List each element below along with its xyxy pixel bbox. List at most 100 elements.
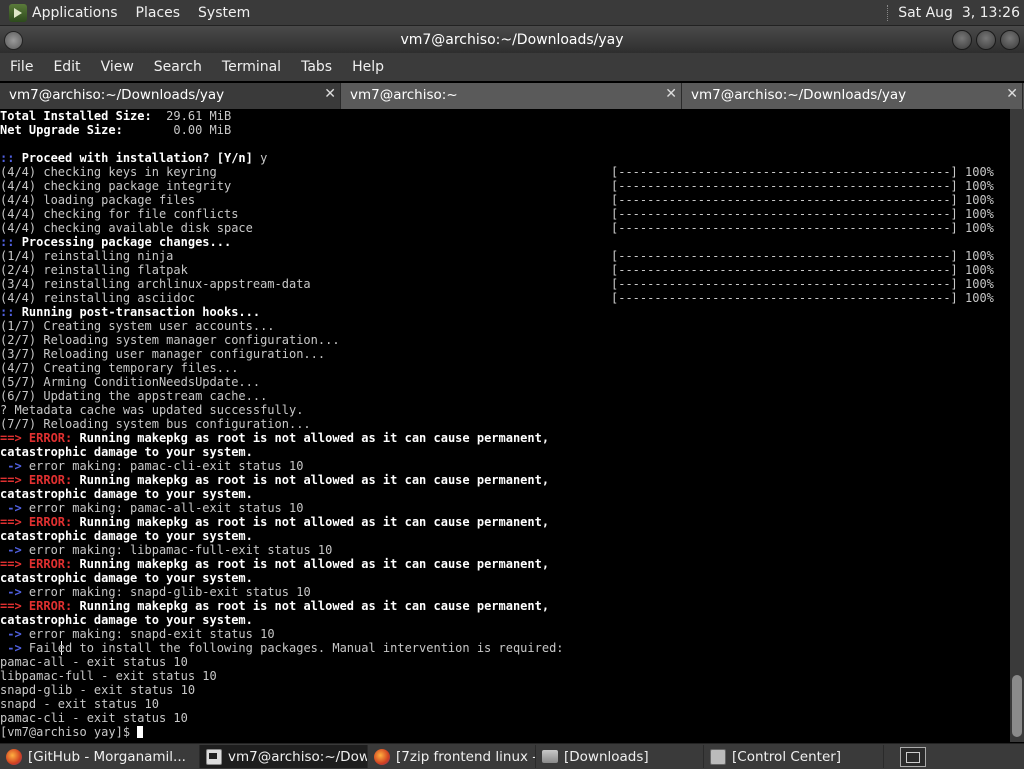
terminal-text: Processing package changes... [21,235,232,249]
terminal-text: Running post-transaction hooks... [21,305,261,319]
terminal-text: (4/4) checking for file conflicts [0,207,239,221]
menu-terminal[interactable]: Terminal [222,59,281,75]
terminal-line: catastrophic damage to your system. [0,529,1010,543]
menu-edit[interactable]: Edit [53,59,80,75]
terminal-line: (4/7) Creating temporary files... [0,361,1010,375]
terminal-line: (5/7) Arming ConditionNeedsUpdate... [0,375,1010,389]
system-menu[interactable]: System [198,5,250,21]
taskbar-item-label: [Downloads] [564,748,649,765]
terminal-line: Net Upgrade Size: 0.00 MiB [0,123,1010,137]
terminal-line: :: Running post-transaction hooks... [0,305,1010,319]
terminal-line: (1/7) Creating system user accounts... [0,319,1010,333]
tab-close-icon[interactable]: ✕ [1006,86,1018,102]
terminal-menubar: File Edit View Search Terminal Tabs Help [0,53,1024,81]
terminal-text: (5/7) Arming ConditionNeedsUpdate... [0,375,261,389]
window-menu-icon[interactable] [4,31,23,50]
app-menu-logo-icon[interactable] [9,3,27,22]
taskbar-item-github[interactable]: [GitHub - Morganamil... [0,745,200,768]
taskbar-item-label: vm7@archiso:~/Dow... [228,748,368,765]
tab-downloads-yay-2[interactable]: vm7@archiso:~/Downloads/yay ✕ [682,83,1023,109]
control-center-icon [710,748,726,765]
tab-home[interactable]: vm7@archiso:~ ✕ [341,83,682,109]
terminal-line: catastrophic damage to your system. [0,571,1010,585]
terminal-text: ==> ERROR: [0,557,80,571]
terminal-text: catastrophic damage to your system. [0,571,253,585]
terminal-line: pamac-all - exit status 10 [0,655,1010,669]
places-menu[interactable]: Places [136,5,181,21]
terminal-icon [206,748,222,765]
terminal-text: Failed to install the following packages… [28,641,564,655]
terminal-text: -> [0,543,29,557]
terminal-text: (2/4) reinstalling flatpak [0,263,188,277]
terminal-text: 0.00 MiB [166,123,232,137]
terminal-scrollbar[interactable] [1010,109,1024,742]
tab-label: vm7@archiso:~ [350,87,458,103]
terminal-line: [vm7@archiso yay]$ [0,725,1010,739]
taskbar-item-downloads[interactable]: [Downloads] [536,745,704,768]
terminal-text: ? Metadata cache was updated successfull… [0,403,304,417]
progress-bar-text: [---------------------------------------… [611,263,994,277]
applications-menu[interactable]: Applications [32,5,118,21]
terminal-line: pamac-cli - exit status 10 [0,711,1010,725]
terminal-line: (2/7) Reloading system manager configura… [0,333,1010,347]
panel-separator [887,4,890,21]
progress-bar-text: [---------------------------------------… [611,179,994,193]
terminal-text: Running makepkg as root is not allowed a… [79,599,550,613]
taskbar-item-terminal[interactable]: vm7@archiso:~/Dow... [200,745,368,768]
terminal-text: :: [0,305,22,319]
menu-view[interactable]: View [101,59,134,75]
menu-tabs[interactable]: Tabs [301,59,332,75]
terminal-text: (4/4) checking keys in keyring [0,165,217,179]
terminal-line: ==> ERROR: Running makepkg as root is no… [0,557,1010,571]
terminal-text: -> [0,501,29,515]
tab-close-icon[interactable]: ✕ [665,86,677,102]
terminal-line: ==> ERROR: Running makepkg as root is no… [0,515,1010,529]
terminal-line: (4/4) reinstalling asciidoc [------------… [0,291,1010,305]
terminal-output[interactable]: Total Installed Size: 29.61 MiB Net Upgra… [0,109,1010,742]
terminal-text: (4/4) loading package files [0,193,196,207]
terminal-line: ==> ERROR: Running makepkg as root is no… [0,473,1010,487]
terminal-text: Net Upgrade Size: [0,123,167,137]
terminal-text: -> [0,627,29,641]
maximize-icon[interactable] [976,30,996,50]
terminal-text: Running makepkg as root is not allowed a… [79,473,550,487]
scrollbar-thumb[interactable] [1012,675,1022,737]
progress-bar-text: [---------------------------------------… [611,207,994,221]
tab-close-icon[interactable]: ✕ [324,86,336,102]
taskbar-item-7zip[interactable]: [7zip frontend linux - ... [368,745,536,768]
taskbar-item-control-center[interactable]: [Control Center] [704,745,884,768]
close-icon[interactable] [1000,30,1020,50]
terminal-line: ? Metadata cache was updated successfull… [0,403,1010,417]
terminal-line: catastrophic damage to your system. [0,613,1010,627]
tab-downloads-yay-1[interactable]: vm7@archiso:~/Downloads/yay ✕ [0,83,341,109]
terminal-text: (4/7) Creating temporary files... [0,361,239,375]
taskbar-item-label: [7zip frontend linux - ... [396,748,535,765]
firefox-icon [374,748,390,765]
terminal-line: Total Installed Size: 29.61 MiB [0,109,1010,123]
terminal-line: (4/4) checking keys in keyring [---------… [0,165,1010,179]
window-titlebar[interactable]: vm7@archiso:~/Downloads/yay [0,26,1024,53]
terminal-line: ==> ERROR: Running makepkg as root is no… [0,431,1010,445]
terminal-text: ==> ERROR: [0,431,80,445]
terminal-text: y [260,151,268,165]
terminal-text: error making: libpamac-full-exit status … [28,543,333,557]
terminal-text: error making: pamac-cli-exit status 10 [28,459,304,473]
menu-file[interactable]: File [10,59,33,75]
minimize-icon[interactable] [952,30,972,50]
terminal-line: snapd-glib - exit status 10 [0,683,1010,697]
clock[interactable]: Sat Aug 3, 13:26 [898,5,1020,21]
folder-icon [542,750,558,763]
menu-help[interactable]: Help [352,59,384,75]
window-title: vm7@archiso:~/Downloads/yay [400,31,624,48]
terminal-line: (1/4) reinstalling ninja [---------------… [0,249,1010,263]
taskbar-item-label: [Control Center] [732,748,842,765]
progress-bar-text: [---------------------------------------… [611,249,994,263]
terminal-line: (2/4) reinstalling flatpak [-------------… [0,263,1010,277]
tab-label: vm7@archiso:~/Downloads/yay [691,87,907,103]
terminal-text: Running makepkg as root is not allowed a… [79,431,550,445]
show-desktop-icon[interactable] [900,746,926,767]
menu-search[interactable]: Search [154,59,202,75]
terminal-line: :: Proceed with installation? [Y/n] y [0,151,1010,165]
terminal-text: (2/7) Reloading system manager configura… [0,333,340,347]
terminal-text: Running makepkg as root is not allowed a… [79,515,550,529]
